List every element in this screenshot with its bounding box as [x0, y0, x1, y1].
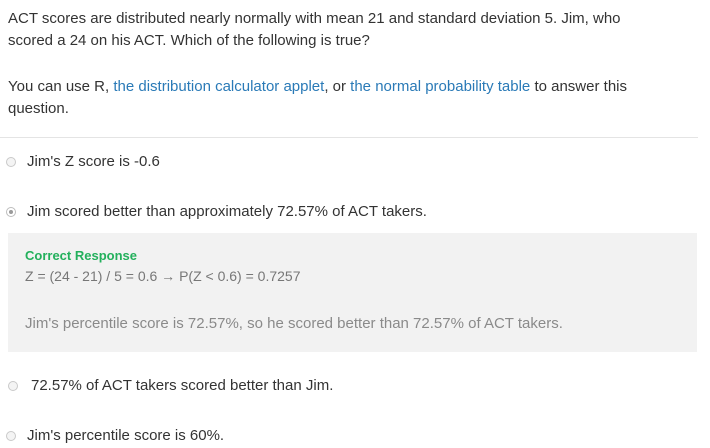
tools-suffix: to answer this: [530, 78, 627, 95]
feedback-formula: Z = (24 - 21) / 5 = 0.6 → P(Z < 0.6) = 0…: [25, 268, 301, 284]
distribution-calculator-link[interactable]: the distribution calculator applet: [113, 78, 324, 95]
feedback-explanation: Jim's percentile score is 72.57%, so he …: [25, 315, 563, 332]
question-line-1: ACT scores are distributed nearly normal…: [8, 10, 621, 27]
answer-option-4-label: Jim's percentile score is 60%.: [27, 427, 225, 444]
correct-response-panel: Correct Response Z = (24 - 21) / 5 = 0.6…: [8, 233, 697, 352]
tools-line-1: You can use R, the distribution calculat…: [8, 76, 698, 98]
tools-line-2: question.: [8, 100, 69, 117]
radio-button-3[interactable]: [8, 381, 18, 391]
tools-prefix: You can use R,: [8, 78, 114, 95]
answer-option-1-label: Jim's Z score is -0.6: [27, 153, 160, 170]
answer-option-1[interactable]: Jim's Z score is -0.6: [6, 152, 160, 172]
radio-button-4[interactable]: [6, 431, 16, 441]
normal-table-link[interactable]: the normal probability table: [350, 78, 530, 95]
radio-button-1[interactable]: [6, 157, 16, 167]
answer-option-2-label: Jim scored better than approximately 72.…: [27, 203, 427, 220]
divider: [0, 137, 698, 138]
answer-option-3-label: 72.57% of ACT takers scored better than …: [31, 377, 334, 394]
answer-option-4[interactable]: Jim's percentile score is 60%.: [6, 426, 224, 446]
radio-button-2-selected[interactable]: [6, 207, 16, 217]
tools-note: You can use R, the distribution calculat…: [8, 76, 698, 120]
question-line-2: scored a 24 on his ACT. Which of the fol…: [8, 32, 370, 49]
feedback-title: Correct Response: [25, 248, 137, 263]
answer-option-2[interactable]: Jim scored better than approximately 72.…: [6, 202, 427, 222]
answer-option-3[interactable]: 72.57% of ACT takers scored better than …: [8, 376, 333, 396]
question-text: ACT scores are distributed nearly normal…: [8, 8, 698, 52]
tools-middle: , or: [324, 78, 351, 95]
